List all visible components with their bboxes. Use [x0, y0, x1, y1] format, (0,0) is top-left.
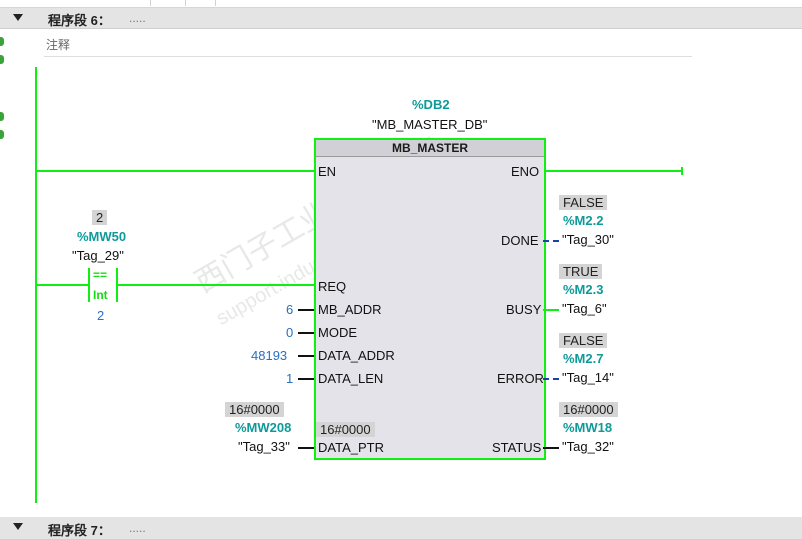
- done-monitor: FALSE: [559, 195, 608, 210]
- pin-busy: BUSY: [506, 302, 542, 317]
- eno-wire: [543, 170, 683, 172]
- pin-data-addr: DATA_ADDR: [318, 348, 395, 363]
- error-tag[interactable]: "Tag_14": [562, 370, 614, 385]
- compare-operator: ==: [93, 268, 108, 282]
- block-title: MB_MASTER: [316, 140, 544, 157]
- pin-eno: ENO: [511, 164, 540, 179]
- network-name-placeholder[interactable]: .....: [129, 521, 146, 535]
- breakpoint-marker[interactable]: [0, 37, 4, 46]
- comment-text: 注释: [46, 38, 71, 52]
- network-title: 程序段 7：: [48, 523, 111, 538]
- data-ptr-tag[interactable]: "Tag_33": [238, 439, 290, 454]
- collapse-arrow-icon[interactable]: [13, 523, 23, 530]
- pin-data-ptr: DATA_PTR: [318, 440, 384, 455]
- en-wire: [37, 170, 314, 172]
- column-segment: [0, 0, 151, 6]
- mb-addr-wire: [298, 309, 314, 311]
- compare-operand-address[interactable]: %MW50: [77, 229, 126, 244]
- network-title: 程序段 6：: [48, 13, 111, 28]
- compare-monitor-value: 2: [92, 210, 108, 225]
- data-ptr-address[interactable]: %MW208: [235, 420, 291, 435]
- data-ptr-monitor: 16#0000: [225, 402, 284, 417]
- breakpoint-marker[interactable]: [0, 112, 4, 121]
- compare-operand-tag[interactable]: "Tag_29": [72, 248, 124, 263]
- compare-in-wire: [37, 284, 89, 286]
- pin-mode: MODE: [318, 325, 357, 340]
- pin-data-len: DATA_LEN: [318, 371, 384, 386]
- breakpoint-marker[interactable]: [0, 55, 4, 64]
- error-address[interactable]: %M2.7: [563, 351, 603, 366]
- data-len-value[interactable]: 1: [286, 371, 293, 386]
- done-tag[interactable]: "Tag_30": [562, 232, 614, 247]
- status-wire: [543, 447, 559, 449]
- network-6-header[interactable]: 程序段 6： .....: [0, 8, 802, 29]
- data-ptr-wire: [298, 447, 314, 449]
- error-monitor: FALSE: [559, 333, 608, 348]
- breakpoint-marker[interactable]: [0, 130, 4, 139]
- pin-status: STATUS: [492, 440, 542, 455]
- status-monitor: 16#0000: [559, 402, 618, 417]
- column-segment: [150, 0, 186, 6]
- pin-error: ERROR: [497, 371, 544, 386]
- compare-type: Int: [93, 288, 108, 302]
- column-segment: [185, 0, 216, 6]
- compare-out-wire: [118, 284, 314, 286]
- pin-en: EN: [318, 164, 337, 179]
- compare-constant[interactable]: 2: [97, 308, 104, 323]
- done-wire: [543, 240, 559, 242]
- collapse-arrow-icon[interactable]: [13, 14, 23, 21]
- instance-db-name[interactable]: "MB_MASTER_DB": [372, 117, 487, 132]
- instance-db-address[interactable]: %DB2: [412, 97, 450, 112]
- mb-addr-value[interactable]: 6: [286, 302, 293, 317]
- network-7-header[interactable]: 程序段 7： .....: [0, 517, 802, 540]
- network-name-placeholder[interactable]: .....: [129, 11, 146, 25]
- pin-req: REQ: [318, 279, 347, 294]
- busy-address[interactable]: %M2.3: [563, 282, 603, 297]
- network-comment[interactable]: 注释: [44, 32, 692, 57]
- busy-monitor: TRUE: [559, 264, 603, 279]
- pin-mb-addr: MB_ADDR: [318, 302, 382, 317]
- status-tag[interactable]: "Tag_32": [562, 439, 614, 454]
- wire-end: [681, 167, 683, 175]
- busy-tag[interactable]: "Tag_6": [562, 301, 607, 316]
- mode-value[interactable]: 0: [286, 325, 293, 340]
- data-len-wire: [298, 378, 314, 380]
- contact-left-bar: [88, 268, 90, 302]
- data-addr-wire: [298, 355, 314, 357]
- done-address[interactable]: %M2.2: [563, 213, 603, 228]
- busy-wire: [543, 309, 559, 311]
- error-wire: [543, 378, 559, 380]
- data-addr-value[interactable]: 48193: [251, 348, 287, 363]
- editor-top-strip: [0, 0, 802, 8]
- pin-done: DONE: [501, 233, 539, 248]
- data-ptr-monitor-in-block: 16#0000: [316, 422, 375, 437]
- mode-wire: [298, 332, 314, 334]
- mb-master-block[interactable]: [314, 138, 546, 460]
- status-address[interactable]: %MW18: [563, 420, 612, 435]
